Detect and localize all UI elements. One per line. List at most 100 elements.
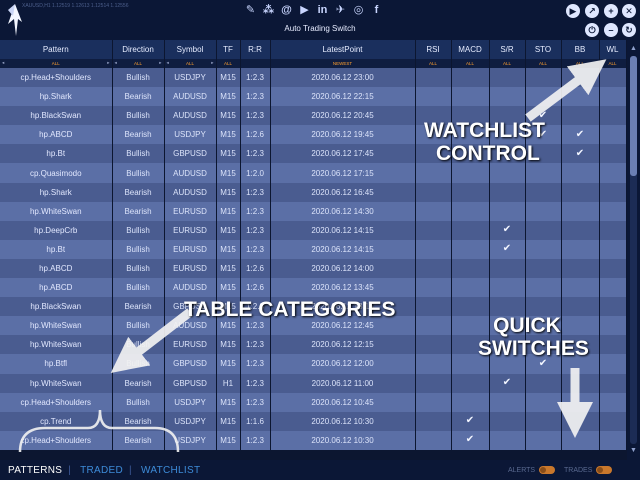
bb-cell[interactable] [561, 239, 600, 259]
sr-cell[interactable] [489, 68, 526, 88]
vertical-scrollbar[interactable]: ▲ ▼ [627, 40, 640, 460]
sr-cell[interactable] [489, 87, 526, 107]
table-row[interactable]: hp.Btfl Bullish GBPUSD M15 1:2.3 2020.06.12 1… [0, 354, 626, 374]
wl-cell[interactable] [599, 163, 626, 183]
header-direction[interactable]: Direction [112, 40, 165, 59]
header-rsi[interactable]: RSI [415, 40, 452, 59]
sto-cell[interactable] [525, 87, 562, 107]
bb-cell[interactable] [561, 201, 600, 221]
macd-cell[interactable] [451, 106, 490, 126]
table-row[interactable]: hp.Bt Bullish GBPUSD M15 1:2.3 2020.06.12 17:… [0, 144, 626, 164]
rsi-cell[interactable] [415, 297, 452, 317]
bb-cell[interactable] [561, 278, 600, 298]
filter-tf[interactable]: ALL [216, 59, 241, 68]
macd-cell[interactable] [451, 125, 490, 145]
macd-cell[interactable] [451, 373, 490, 393]
scroll-up-icon[interactable]: ▲ [629, 44, 638, 53]
filter-direction[interactable]: ◂ ALL ▸ [112, 59, 165, 68]
youtube-icon[interactable]: ▶ [298, 4, 311, 17]
macd-cell[interactable] [451, 354, 490, 374]
table-row[interactable]: hp.Shark Bearish AUDUSD M15 1:2.3 2020.06.12 … [0, 182, 626, 202]
bb-cell[interactable]: ✔ [561, 125, 600, 145]
table-row[interactable]: hp.WhiteSwan Bearish GBPUSD H1 1:2.3 2020.06.… [0, 373, 626, 393]
sr-cell[interactable]: ✔ [489, 239, 526, 259]
sto-cell[interactable] [525, 220, 562, 240]
add-icon[interactable]: + [604, 4, 618, 18]
filter-sto[interactable]: ALL [525, 59, 562, 68]
macd-cell[interactable] [451, 163, 490, 183]
wl-cell[interactable] [599, 430, 626, 450]
table-row[interactable]: hp.WhiteSwan Bullish AUDUSD M15 1:2.3 2020.06… [0, 316, 626, 336]
refresh-icon[interactable]: ↻ [622, 23, 636, 37]
play-icon[interactable]: ▶ [566, 4, 580, 18]
rsi-cell[interactable] [415, 239, 452, 259]
bb-cell[interactable] [561, 163, 600, 183]
macd-cell[interactable] [451, 278, 490, 298]
filter-pattern[interactable]: ◂ ALL ▸ [0, 59, 113, 68]
macd-cell[interactable]: ✔ [451, 430, 490, 450]
table-row[interactable]: hp.ABCD Bearish USDJPY M15 1:2.6 2020.06.12 1… [0, 125, 626, 145]
sr-cell[interactable]: ✔ [489, 220, 526, 240]
table-row[interactable]: hp.ABCD Bullish EURUSD M15 1:2.6 2020.06.12 1… [0, 258, 626, 279]
sto-cell[interactable] [525, 411, 562, 431]
twitter-icon[interactable]: ✈ [334, 4, 347, 17]
auto-trading-switch[interactable]: Auto Trading Switch [270, 24, 370, 33]
header-symbol[interactable]: Symbol [164, 40, 217, 59]
rsi-cell[interactable] [415, 258, 452, 279]
facebook-icon[interactable]: f [370, 4, 383, 17]
sto-cell[interactable]: ✔ [525, 106, 562, 126]
rsi-cell[interactable] [415, 335, 452, 355]
wl-cell[interactable] [599, 297, 626, 317]
sr-cell[interactable] [489, 144, 526, 164]
filter-wl[interactable]: ALL [599, 59, 626, 68]
sto-cell[interactable] [525, 163, 562, 183]
rsi-cell[interactable] [415, 87, 452, 107]
rsi-cell[interactable] [415, 106, 452, 126]
header-macd[interactable]: MACD [451, 40, 490, 59]
minimize-icon[interactable]: – [604, 23, 618, 37]
sr-cell[interactable]: ✔ [489, 373, 526, 393]
table-row[interactable]: cp.Head+Shoulders Bullish USDJPY M15 1:2.3 20… [0, 68, 626, 88]
sr-cell[interactable] [489, 106, 526, 126]
rsi-cell[interactable] [415, 316, 452, 336]
sto-cell[interactable] [525, 373, 562, 393]
alerts-toggle[interactable] [539, 466, 556, 474]
scroll-down-icon[interactable]: ▼ [629, 446, 638, 455]
rsi-cell[interactable] [415, 278, 452, 298]
power-icon[interactable]: ⏻ [585, 23, 599, 37]
bb-cell[interactable] [561, 182, 600, 202]
macd-cell[interactable] [451, 335, 490, 355]
tab-watchlist[interactable]: WATCHLIST [141, 465, 200, 476]
sto-cell[interactable] [525, 201, 562, 221]
rsi-cell[interactable] [415, 220, 452, 240]
table-row[interactable]: hp.WhiteSwan Bullish EURUSD M15 1:2.3 2020.06… [0, 335, 626, 355]
network-icon[interactable]: ⁂ [262, 4, 275, 17]
macd-cell[interactable] [451, 220, 490, 240]
rsi-cell[interactable] [415, 430, 452, 450]
sr-cell[interactable] [489, 258, 526, 279]
wl-cell[interactable] [599, 278, 626, 298]
table-row[interactable]: cp.Trend Bearish USDJPY M15 1:1.6 2020.06.12 … [0, 411, 626, 431]
rsi-cell[interactable] [415, 392, 452, 412]
table-row[interactable]: hp.WhiteSwan Bearish EURUSD M15 1:2.3 2020.06… [0, 201, 626, 221]
sr-cell[interactable] [489, 278, 526, 298]
brush-icon[interactable]: ✎ [244, 4, 257, 17]
macd-cell[interactable] [451, 87, 490, 107]
wl-cell[interactable] [599, 411, 626, 431]
wl-cell[interactable] [599, 182, 626, 202]
rsi-cell[interactable] [415, 68, 452, 88]
sto-cell[interactable] [525, 68, 562, 88]
header-bb[interactable]: BB [561, 40, 600, 59]
bb-cell[interactable] [561, 373, 600, 393]
rsi-cell[interactable] [415, 182, 452, 202]
table-row[interactable]: hp.DeepCrb Bullish EURUSD M15 1:2.3 2020.06.1… [0, 220, 626, 240]
sr-cell[interactable] [489, 411, 526, 431]
table-row[interactable]: hp.BlackSwan Bearish GBPUSD M15 1:2.3 2020.06… [0, 297, 626, 317]
sto-cell[interactable] [525, 392, 562, 412]
wl-cell[interactable] [599, 354, 626, 374]
bb-cell[interactable] [561, 411, 600, 431]
sto-cell[interactable] [525, 297, 562, 317]
wl-cell[interactable] [599, 220, 626, 240]
close-icon[interactable]: ✕ [622, 4, 636, 18]
wl-cell[interactable] [599, 335, 626, 355]
